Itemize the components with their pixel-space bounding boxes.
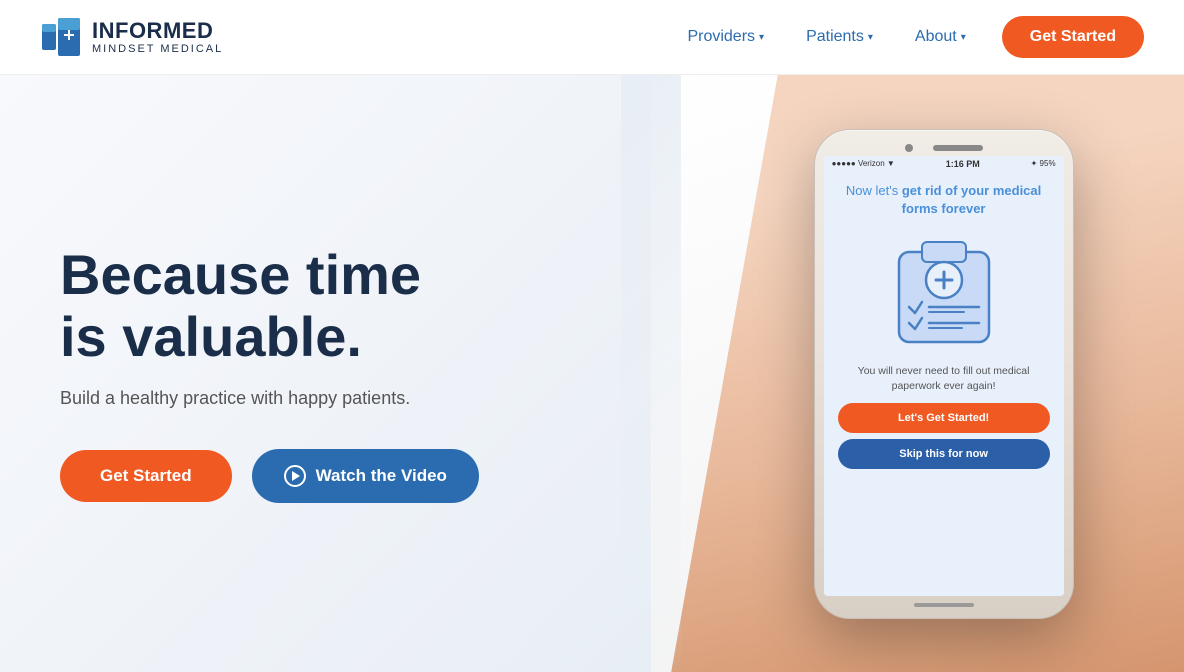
screen-get-started-button[interactable]: Let's Get Started! [838,403,1050,433]
play-icon [284,465,306,487]
phone-camera [905,144,913,152]
hero-buttons: Get Started Watch the Video [60,449,591,503]
phone-top [821,138,1067,156]
hero-get-started-button[interactable]: Get Started [60,450,232,502]
phone-screen: ●●●●● Verizon ▼ 1:16 PM ✦ 95% Now let's … [824,156,1064,596]
hero-section: Because time is valuable. Build a health… [0,75,651,672]
hero-phone-section: ●●●●● Verizon ▼ 1:16 PM ✦ 95% Now let's … [651,75,1184,672]
header: INFORMED MINDSET MEDICAL Providers ▾ Pat… [0,0,1184,75]
nav-patients[interactable]: Patients ▾ [790,20,889,54]
chevron-down-icon: ▾ [961,32,966,43]
watch-video-button[interactable]: Watch the Video [252,449,479,503]
clipboard-icon [884,232,1004,352]
screen-content: Now let's get rid of your medical forms … [824,172,1064,596]
chevron-down-icon: ▾ [868,32,873,43]
screen-skip-button[interactable]: Skip this for now [838,439,1050,469]
nav-providers[interactable]: Providers ▾ [671,20,780,54]
phone-shell: ●●●●● Verizon ▼ 1:16 PM ✦ 95% Now let's … [814,129,1074,619]
chevron-down-icon: ▾ [759,32,764,43]
logo-text: INFORMED MINDSET MEDICAL [92,19,223,55]
phone-bottom [914,596,974,610]
main-content: Because time is valuable. Build a health… [0,75,1184,672]
header-get-started-button[interactable]: Get Started [1002,16,1144,58]
nav-about[interactable]: About ▾ [899,20,982,54]
logo-subtitle: MINDSET MEDICAL [92,43,223,55]
logo-title: INFORMED [92,19,223,43]
nav: Providers ▾ Patients ▾ About ▾ Get Start… [671,16,1144,58]
screen-description: You will never need to fill out medical … [838,364,1050,393]
phone-speaker [933,145,983,151]
time-display: 1:16 PM [946,159,980,169]
phone-mockup: ●●●●● Verizon ▼ 1:16 PM ✦ 95% Now let's … [814,129,1074,619]
battery-indicator: ✦ 95% [1031,159,1056,168]
status-bar: ●●●●● Verizon ▼ 1:16 PM ✦ 95% [824,156,1064,172]
hero-headline: Because time is valuable. [60,244,591,367]
screen-headline: Now let's get rid of your medical forms … [838,182,1050,218]
logo-icon [40,16,82,58]
hero-subtext: Build a healthy practice with happy pati… [60,388,591,409]
carrier-text: ●●●●● Verizon ▼ [832,159,895,168]
logo: INFORMED MINDSET MEDICAL [40,16,223,58]
home-indicator [914,603,974,607]
